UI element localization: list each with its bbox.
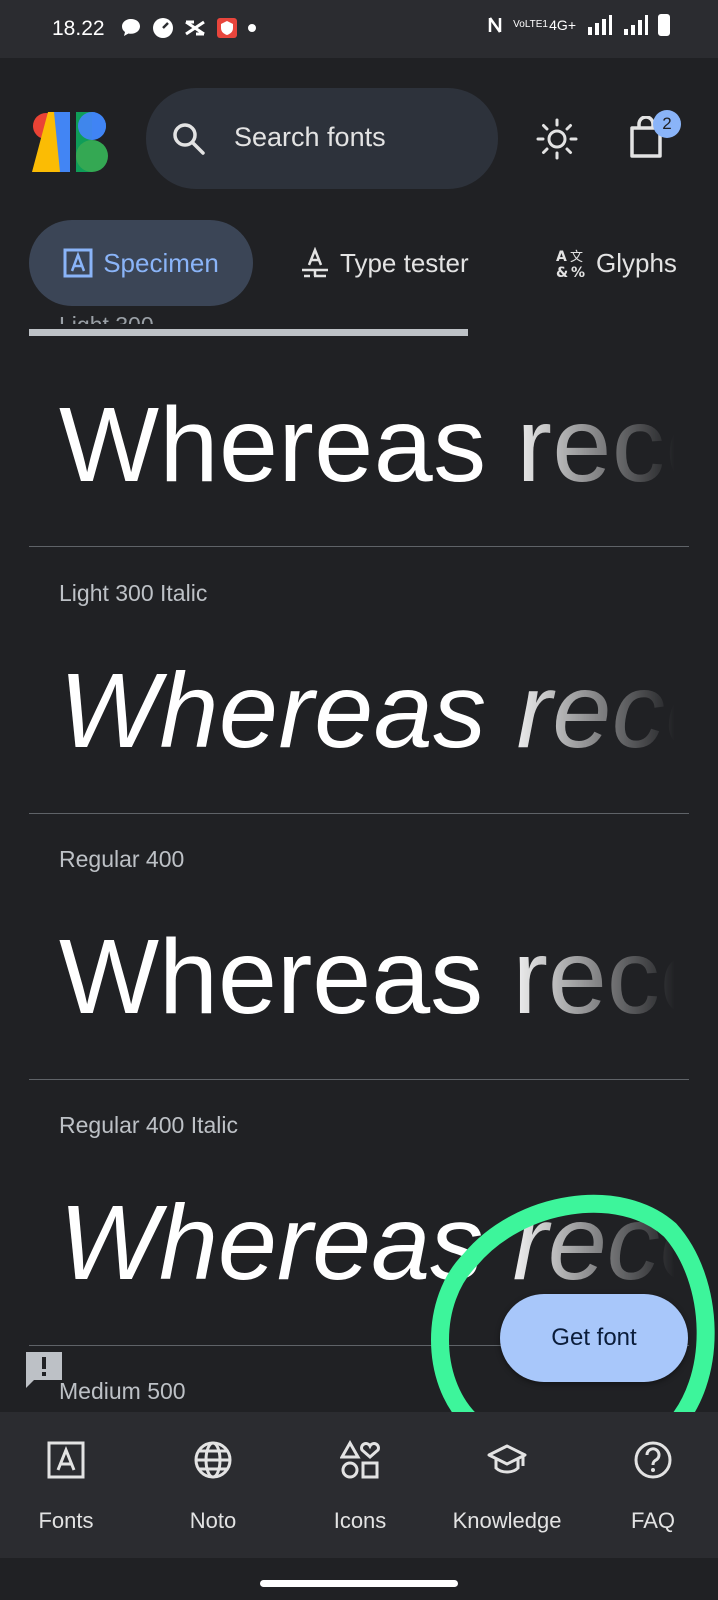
tab-glyphs[interactable]: A 文 &% Glyphs: [556, 220, 677, 306]
glyphs-icon: A 文 &%: [556, 247, 586, 279]
nav-faq-label: FAQ: [630, 1508, 675, 1533]
search-bar[interactable]: Search fonts: [146, 88, 498, 189]
style-label: Light 300 Italic: [59, 580, 208, 606]
volte-label: VoLTE1: [513, 19, 548, 30]
nav-faq[interactable]: FAQ: [583, 1412, 718, 1558]
system-icons: VoLTE1 4G+: [487, 14, 670, 36]
tab-scroll-indicator: [29, 329, 468, 336]
specimen-sample: Whereas reco: [59, 918, 675, 1036]
nav-noto[interactable]: Noto: [143, 1412, 283, 1558]
tab-type-tester-label: Type tester: [340, 247, 469, 278]
battery-icon: [658, 14, 670, 36]
status-bar: 18.22 VoLTE1 4G+: [0, 0, 718, 58]
get-font-button[interactable]: Get font: [500, 1294, 688, 1382]
nav-knowledge-label: Knowledge: [452, 1508, 562, 1533]
search-placeholder: Search fonts: [234, 122, 386, 152]
google-fonts-logo[interactable]: [32, 112, 110, 172]
tab-specimen[interactable]: Specimen: [29, 220, 253, 306]
speedometer-icon: [153, 18, 173, 38]
signal-icon: [588, 15, 612, 35]
cart-count-badge: 2: [653, 110, 681, 138]
style-label: Medium 500: [59, 1378, 186, 1404]
nav-knowledge[interactable]: Knowledge: [437, 1412, 577, 1558]
search-icon: [173, 123, 205, 155]
divider: [29, 546, 689, 547]
school-icon: [487, 1444, 527, 1474]
notification-icons: [120, 17, 256, 39]
bottom-navigation: Fonts Noto Icons Knowledge FAQ: [0, 1412, 718, 1558]
capcut-icon: [185, 20, 205, 36]
specimen-sample: Whereas reco: [59, 1184, 675, 1302]
style-label: Light 300: [59, 312, 154, 324]
svg-text:文: 文: [570, 250, 583, 265]
nav-icons-label: Icons: [333, 1508, 387, 1533]
tab-specimen-label: Specimen: [103, 247, 219, 278]
divider: [29, 1079, 689, 1080]
nav-noto-label: Noto: [189, 1508, 237, 1533]
type-tester-icon: [300, 247, 330, 279]
nfc-icon: [488, 17, 502, 33]
app-shield-icon: [217, 18, 237, 38]
gesture-area: [0, 1558, 718, 1600]
shapes-icon: [340, 1440, 380, 1479]
svg-text:A: A: [556, 249, 567, 265]
tab-glyphs-label: Glyphs: [596, 247, 677, 278]
nav-fonts-label: Fonts: [38, 1508, 94, 1533]
divider: [29, 813, 689, 814]
nav-icons[interactable]: Icons: [290, 1412, 430, 1558]
network-type: 4G+: [549, 17, 576, 33]
help-icon: [634, 1441, 672, 1479]
svg-text:%: %: [571, 265, 585, 279]
specimen-sample: Whereas reco: [59, 386, 675, 504]
fonts-icon: [47, 1441, 85, 1479]
feedback-icon[interactable]: [24, 1350, 64, 1390]
theme-toggle-icon[interactable]: [536, 118, 578, 160]
get-font-label: Get font: [551, 1324, 637, 1351]
tab-type-tester[interactable]: Type tester: [300, 220, 469, 306]
svg-text:&: &: [556, 265, 568, 279]
specimen-sample: Whereas reco: [59, 652, 675, 770]
home-gesture-bar[interactable]: [260, 1580, 458, 1587]
chat-icon: [122, 19, 140, 36]
more-notifications-dot: [248, 24, 256, 32]
status-time: 18.22: [52, 17, 105, 40]
specimen-icon: [63, 248, 93, 278]
signal-2-icon: [624, 15, 648, 35]
style-label: Regular 400: [59, 846, 185, 872]
nav-fonts[interactable]: Fonts: [0, 1412, 136, 1558]
style-label: Regular 400 Italic: [59, 1112, 238, 1138]
globe-icon: [194, 1441, 232, 1479]
